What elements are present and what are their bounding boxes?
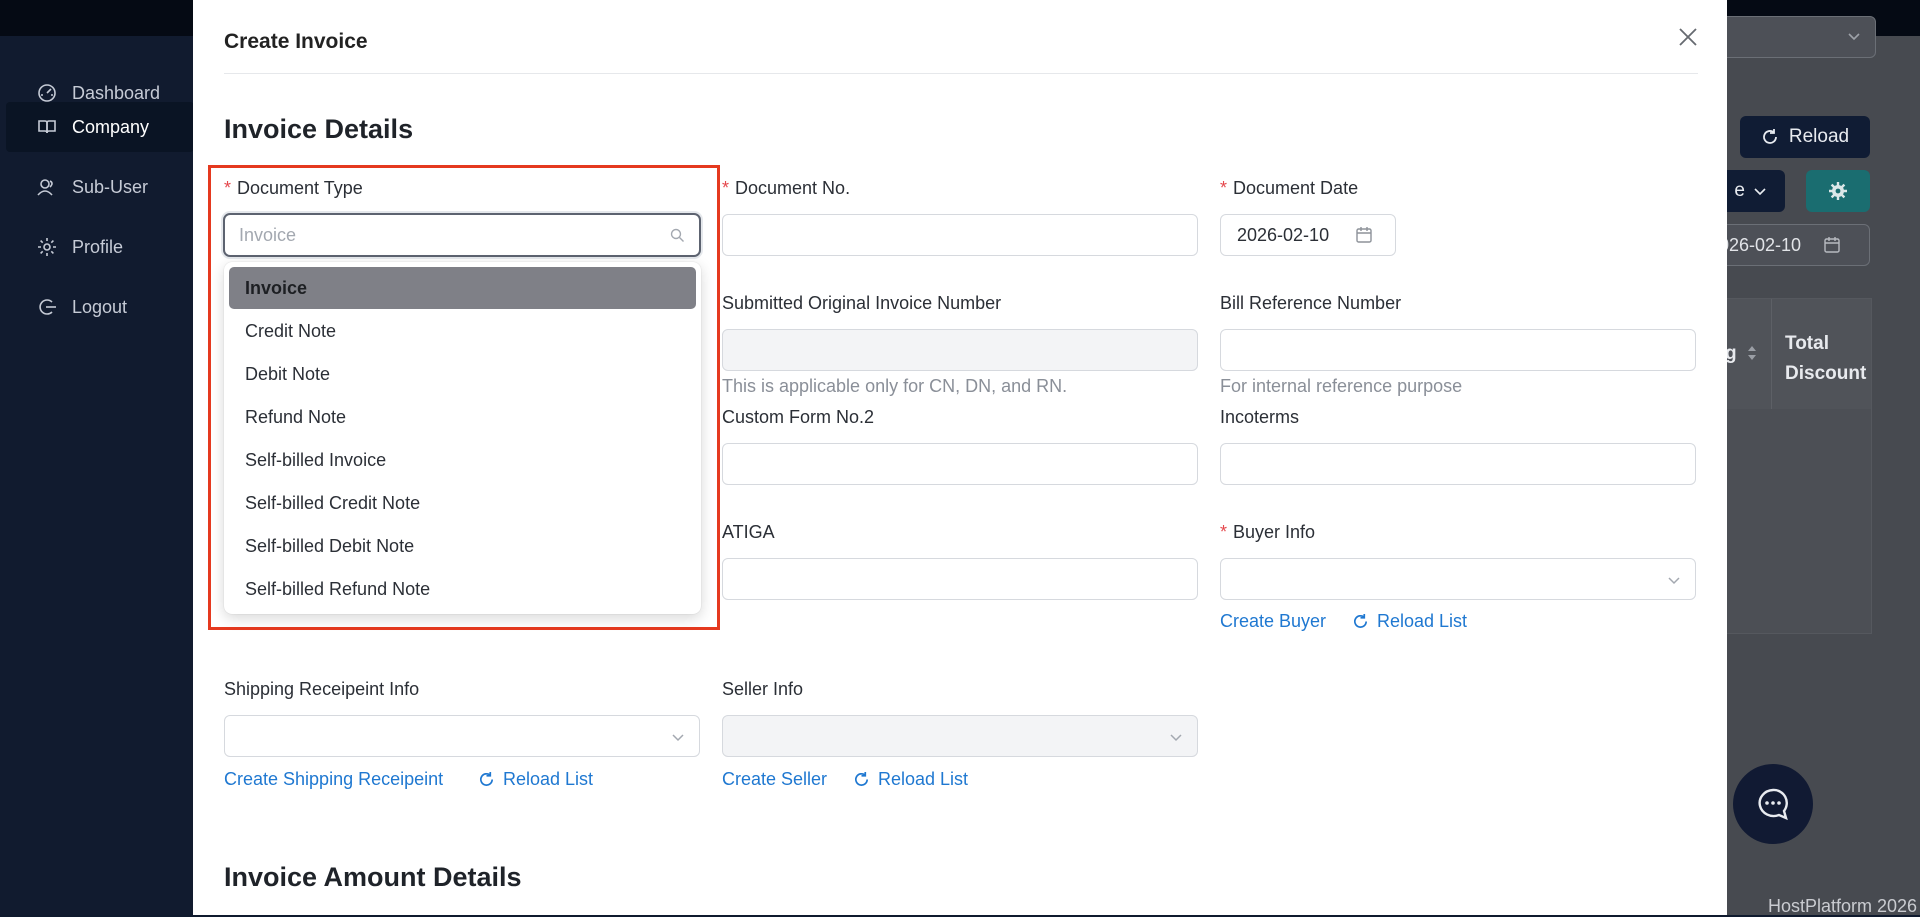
document-type-dropdown: Invoice Credit Note Debit Note Refund No… (224, 262, 701, 614)
required-marker: * (1220, 178, 1228, 198)
document-type-option-refund-note[interactable]: Refund Note (229, 396, 696, 438)
incoterms-input[interactable] (1220, 443, 1696, 485)
document-date-value: 2026-02-10 (1237, 224, 1330, 245)
reload-shipping-list-link[interactable]: Reload List (478, 769, 593, 790)
chevron-down-icon (672, 734, 684, 742)
buyer-info-label: * Buyer Info (1220, 522, 1316, 542)
submitted-original-hint: This is applicable only for CN, DN, and … (722, 376, 1068, 396)
sidebar: Dashboard Company Sub-User Profile Logou… (0, 36, 200, 915)
footer-copyright: HostPlatform 2026 (1768, 896, 1918, 916)
atiga-input[interactable] (722, 558, 1198, 600)
submitted-original-invoice-input (722, 329, 1198, 371)
document-date-label: * Document Date (1220, 178, 1359, 198)
document-type-option-self-billed-invoice[interactable]: Self-billed Invoice (229, 439, 696, 481)
users-icon (36, 176, 58, 198)
reload-icon (1763, 129, 1777, 144)
dashboard-icon (36, 82, 58, 104)
background-date-value: 026-02-10 (1719, 234, 1802, 255)
sidebar-item-profile[interactable]: Profile (6, 222, 194, 272)
document-no-label: * Document No. (722, 178, 851, 198)
buyer-info-select[interactable] (1220, 558, 1696, 600)
chat-button[interactable] (1733, 764, 1813, 844)
seller-info-label: Seller Info (722, 679, 804, 699)
reload-seller-list-link[interactable]: Reload List (853, 769, 968, 790)
required-marker: * (722, 178, 730, 198)
atiga-label: ATIGA (722, 522, 775, 542)
document-type-option-debit-note[interactable]: Debit Note (229, 353, 696, 395)
chevron-down-icon (1848, 33, 1860, 41)
incoterms-label: Incoterms (1220, 407, 1300, 427)
document-type-select[interactable]: Invoice (223, 213, 701, 257)
settings-button[interactable] (1806, 170, 1870, 212)
close-icon[interactable] (1677, 26, 1699, 48)
calendar-icon (1824, 237, 1840, 253)
book-icon (36, 116, 58, 138)
shipping-info-label: Shipping Receipeint Info (224, 679, 420, 699)
reload-icon (855, 771, 869, 786)
document-type-option-credit-note[interactable]: Credit Note (229, 310, 696, 352)
sidebar-item-label: Sub-User (72, 176, 149, 197)
section-title-invoice-details: Invoice Details (224, 114, 414, 144)
sort-icon[interactable] (1747, 343, 1757, 363)
chevron-down-icon (1668, 577, 1680, 585)
document-type-option-self-billed-credit-note[interactable]: Self-billed Credit Note (229, 482, 696, 524)
sidebar-item-label: Logout (72, 296, 128, 317)
sidebar-item-company[interactable]: Company (6, 102, 194, 152)
reload-button[interactable]: Reload (1740, 116, 1870, 158)
document-type-placeholder: Invoice (239, 224, 297, 245)
create-buyer-link[interactable]: Create Buyer (1220, 611, 1326, 632)
sidebar-item-label: Dashboard (72, 82, 161, 103)
reload-buyer-list-link[interactable]: Reload List (1352, 611, 1467, 632)
seller-info-select (722, 715, 1198, 757)
document-type-option-invoice[interactable]: Invoice (229, 267, 696, 309)
bill-reference-hint: For internal reference purpose (1220, 376, 1463, 396)
document-date-picker[interactable]: 2026-02-10 (1220, 214, 1396, 256)
modal-title: Create Invoice (224, 30, 368, 53)
create-shipping-receipeint-link[interactable]: Create Shipping Receipeint (224, 769, 443, 790)
table-header-total-discount: Total Discount (1785, 333, 1867, 384)
document-type-option-self-billed-debit-note[interactable]: Self-billed Debit Note (229, 525, 696, 567)
gear-icon (36, 236, 58, 258)
create-seller-link[interactable]: Create Seller (722, 769, 827, 790)
submitted-original-invoice-label: Submitted Original Invoice Number (722, 293, 1002, 313)
reload-icon (1354, 613, 1368, 628)
column-divider (1771, 299, 1772, 409)
reload-icon (480, 771, 494, 786)
section-title-invoice-amount-details: Invoice Amount Details (224, 862, 522, 892)
calendar-icon (1356, 227, 1372, 243)
bill-reference-input[interactable] (1220, 329, 1696, 371)
document-no-input[interactable] (722, 214, 1198, 256)
required-marker: * (1220, 522, 1228, 542)
shipping-info-select[interactable] (224, 715, 700, 757)
sidebar-item-sub-user[interactable]: Sub-User (6, 162, 194, 212)
gear-icon (1829, 182, 1847, 200)
custom-form-label: Custom Form No.2 (722, 407, 875, 427)
chevron-down-icon (1754, 188, 1766, 196)
modal-divider (224, 73, 1698, 74)
bill-reference-label: Bill Reference Number (1220, 293, 1402, 313)
search-icon (670, 228, 684, 242)
logout-icon (36, 296, 58, 318)
sidebar-item-logout[interactable]: Logout (6, 282, 194, 332)
custom-form-input[interactable] (722, 443, 1198, 485)
reload-label: Reload (1788, 126, 1850, 147)
document-type-option-self-billed-refund-note[interactable]: Self-billed Refund Note (229, 568, 696, 610)
chevron-down-icon (1170, 734, 1182, 742)
sidebar-item-label: Profile (72, 236, 124, 257)
background-button-label: e (1734, 180, 1745, 201)
chat-bubble-icon (1758, 788, 1788, 821)
sidebar-item-label: Company (72, 116, 150, 137)
